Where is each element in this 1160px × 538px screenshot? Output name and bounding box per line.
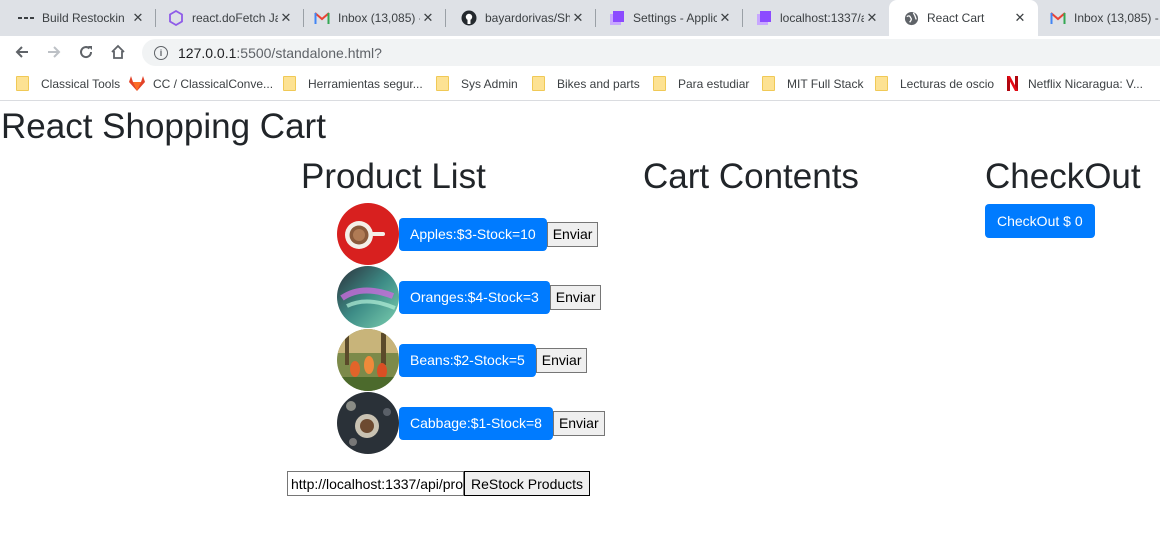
enviar-button[interactable]: Enviar — [546, 221, 599, 247]
tab-settings[interactable]: Settings - Applic ✕ — [591, 0, 743, 36]
address-bar[interactable]: i 127.0.0.1:5500/standalone.html? — [142, 39, 1160, 66]
close-icon[interactable]: ✕ — [717, 10, 733, 26]
back-button[interactable] — [6, 38, 38, 66]
bookmark-sys-admin[interactable]: Sys Admin — [436, 76, 518, 91]
tab-label: Settings - Applic — [633, 11, 717, 25]
tab-github[interactable]: bayardorivas/Sh ✕ — [443, 0, 596, 36]
close-icon[interactable]: ✕ — [1012, 10, 1028, 26]
folder-icon — [653, 76, 666, 91]
bookmark-cc-classicalconve[interactable]: CC / ClassicalConve... — [129, 76, 273, 91]
page-content: React Shopping Cart Product List Cart Co… — [0, 102, 1160, 538]
tab-build-restocking[interactable]: Build Restockin ✕ — [0, 0, 156, 36]
tab-react-dofetch[interactable]: react.doFetch Ja ✕ — [150, 0, 304, 36]
tab-react-cart[interactable]: React Cart ✕ — [889, 0, 1038, 36]
strapi-icon — [756, 10, 772, 26]
gitlab-icon — [129, 76, 145, 91]
tab-label: Inbox (13,085) - — [338, 11, 420, 25]
close-icon[interactable]: ✕ — [130, 10, 146, 26]
arrow-left-icon — [15, 46, 28, 58]
product-image-tulips — [337, 329, 399, 391]
close-icon[interactable]: ✕ — [420, 10, 436, 26]
gmail-icon — [1050, 10, 1066, 26]
tab-label: localhost:1337/a — [780, 11, 864, 25]
product-row-oranges: Oranges:$4-Stock=3 Enviar — [337, 266, 602, 328]
bookmark-lecturas[interactable]: Lecturas de oscio — [875, 76, 994, 91]
bookmark-para-estudiar[interactable]: Para estudiar — [653, 76, 749, 91]
forward-button[interactable] — [38, 38, 70, 66]
tab-label: React Cart — [927, 11, 985, 25]
close-icon[interactable]: ✕ — [278, 10, 294, 26]
arrow-right-icon — [48, 46, 61, 58]
product-list-heading: Product List — [301, 157, 486, 196]
bookmark-bikes-and-parts[interactable]: Bikes and parts — [532, 76, 640, 91]
product-row-apples: Apples:$3-Stock=10 Enviar — [337, 203, 599, 265]
folder-icon — [762, 76, 775, 91]
bookmark-herramientas[interactable]: Herramientas segur... — [283, 76, 423, 91]
tab-gmail-inbox[interactable]: Inbox (13,085) - ✕ — [296, 0, 446, 36]
product-row-cabbage: Cabbage:$1-Stock=8 Enviar — [337, 392, 605, 454]
folder-icon — [16, 76, 29, 91]
dashed-line-icon — [18, 10, 34, 26]
tab-label: Build Restockin — [42, 11, 125, 25]
bookmark-netflix[interactable]: Netflix Nicaragua: V... — [1007, 76, 1143, 91]
tab-label: react.doFetch Ja — [192, 11, 278, 25]
product-button-cabbage[interactable]: Cabbage:$1-Stock=8 — [399, 406, 553, 440]
enviar-button[interactable]: Enviar — [549, 284, 602, 310]
product-image-coffee-cup — [337, 203, 399, 265]
close-icon[interactable]: ✕ — [570, 10, 586, 26]
info-icon[interactable]: i — [154, 45, 168, 60]
tab-label: bayardorivas/Sh — [485, 11, 570, 25]
product-button-apples[interactable]: Apples:$3-Stock=10 — [399, 217, 547, 251]
gmail-icon — [314, 10, 330, 26]
checkout-button[interactable]: CheckOut $ 0 — [985, 204, 1095, 238]
enviar-button[interactable]: Enviar — [535, 347, 588, 373]
reload-button[interactable] — [70, 38, 102, 66]
reload-icon — [80, 46, 93, 59]
address-url: 127.0.0.1:5500/standalone.html? — [178, 44, 382, 61]
folder-icon — [532, 76, 545, 91]
product-image-aurora — [337, 266, 399, 328]
hexagon-icon — [168, 10, 184, 26]
product-image-dark-table — [337, 392, 399, 454]
enviar-button[interactable]: Enviar — [552, 410, 605, 436]
tab-label: Inbox (13,085) - — [1074, 11, 1159, 25]
bookmark-mit-full-stack[interactable]: MIT Full Stack — [762, 76, 863, 91]
folder-icon — [875, 76, 888, 91]
bookmarks-bar: Classical Tools CC / ClassicalConve... H… — [0, 68, 1160, 101]
home-icon — [111, 44, 125, 59]
folder-icon — [283, 76, 296, 91]
home-button[interactable] — [102, 38, 134, 66]
close-icon[interactable]: ✕ — [864, 10, 880, 26]
restock-products-button[interactable]: ReStock Products — [464, 471, 591, 496]
page-title: React Shopping Cart — [1, 107, 326, 146]
product-button-beans[interactable]: Beans:$2-Stock=5 — [399, 343, 536, 377]
product-button-oranges[interactable]: Oranges:$4-Stock=3 — [399, 280, 550, 314]
netflix-icon — [1007, 76, 1018, 91]
bookmark-classical-tools[interactable]: Classical Tools — [16, 76, 120, 91]
cart-contents-heading: Cart Contents — [643, 157, 859, 196]
strapi-icon — [609, 10, 625, 26]
product-row-beans: Beans:$2-Stock=5 Enviar — [337, 329, 588, 391]
folder-icon — [436, 76, 449, 91]
github-icon — [461, 10, 477, 26]
globe-icon — [903, 10, 919, 26]
browser-toolbar: i 127.0.0.1:5500/standalone.html? — [0, 36, 1160, 68]
tab-gmail-inbox-2[interactable]: Inbox (13,085) - — [1032, 0, 1160, 36]
checkout-heading: CheckOut — [985, 157, 1141, 196]
tab-strip: Build Restockin ✕ react.doFetch Ja ✕ Inb… — [0, 0, 1160, 36]
restock-url-input[interactable]: http://localhost:1337/api/products — [287, 471, 464, 496]
tab-localhost-api[interactable]: localhost:1337/a ✕ — [738, 0, 890, 36]
